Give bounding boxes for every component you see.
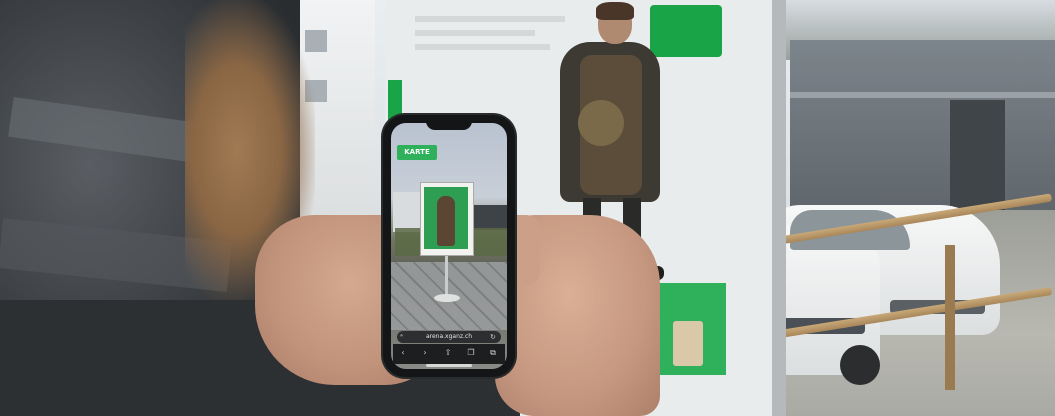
text-line bbox=[415, 16, 565, 22]
board-frame bbox=[772, 0, 786, 416]
url-text: arena.xganz.ch bbox=[425, 333, 473, 340]
forward-icon[interactable]: › bbox=[420, 348, 430, 358]
ar-scene-building bbox=[393, 192, 423, 232]
building-door bbox=[950, 100, 1005, 210]
text-line bbox=[415, 44, 550, 50]
back-icon[interactable]: ‹ bbox=[398, 348, 408, 358]
fence-post bbox=[945, 245, 955, 390]
medieval-figure-hair bbox=[596, 2, 634, 20]
ar-poster-pole bbox=[445, 254, 448, 298]
ar-poster-base bbox=[434, 294, 460, 302]
tabs-icon[interactable]: ⧉ bbox=[488, 348, 498, 358]
karte-button[interactable]: KARTE bbox=[397, 145, 437, 160]
background-building-right bbox=[790, 40, 1055, 210]
phone-notch bbox=[426, 117, 472, 130]
poster-speech-badge bbox=[650, 5, 722, 57]
text-line bbox=[415, 30, 535, 36]
reload-icon[interactable]: ↻ bbox=[490, 333, 498, 341]
lute-instrument bbox=[578, 100, 624, 146]
bookmarks-icon[interactable]: ❐ bbox=[466, 348, 476, 358]
browser-url-bar[interactable]: arena.xganz.ch bbox=[397, 331, 501, 343]
home-indicator bbox=[426, 364, 472, 367]
text-size-icon[interactable]: ᴬ bbox=[400, 333, 408, 341]
ar-scene-building bbox=[473, 205, 507, 230]
building-stripe bbox=[790, 92, 1055, 98]
poster-green-accent bbox=[388, 80, 402, 120]
photo-scene: KARTE arena.xganz.ch ᴬ ↻ ‹ › ⇧ ❐ ⧉ bbox=[0, 0, 1055, 416]
ar-medieval-figure bbox=[437, 196, 455, 246]
car-wheel bbox=[840, 345, 880, 385]
share-icon[interactable]: ⇧ bbox=[443, 348, 453, 358]
poster-portrait-graphic bbox=[673, 321, 703, 366]
